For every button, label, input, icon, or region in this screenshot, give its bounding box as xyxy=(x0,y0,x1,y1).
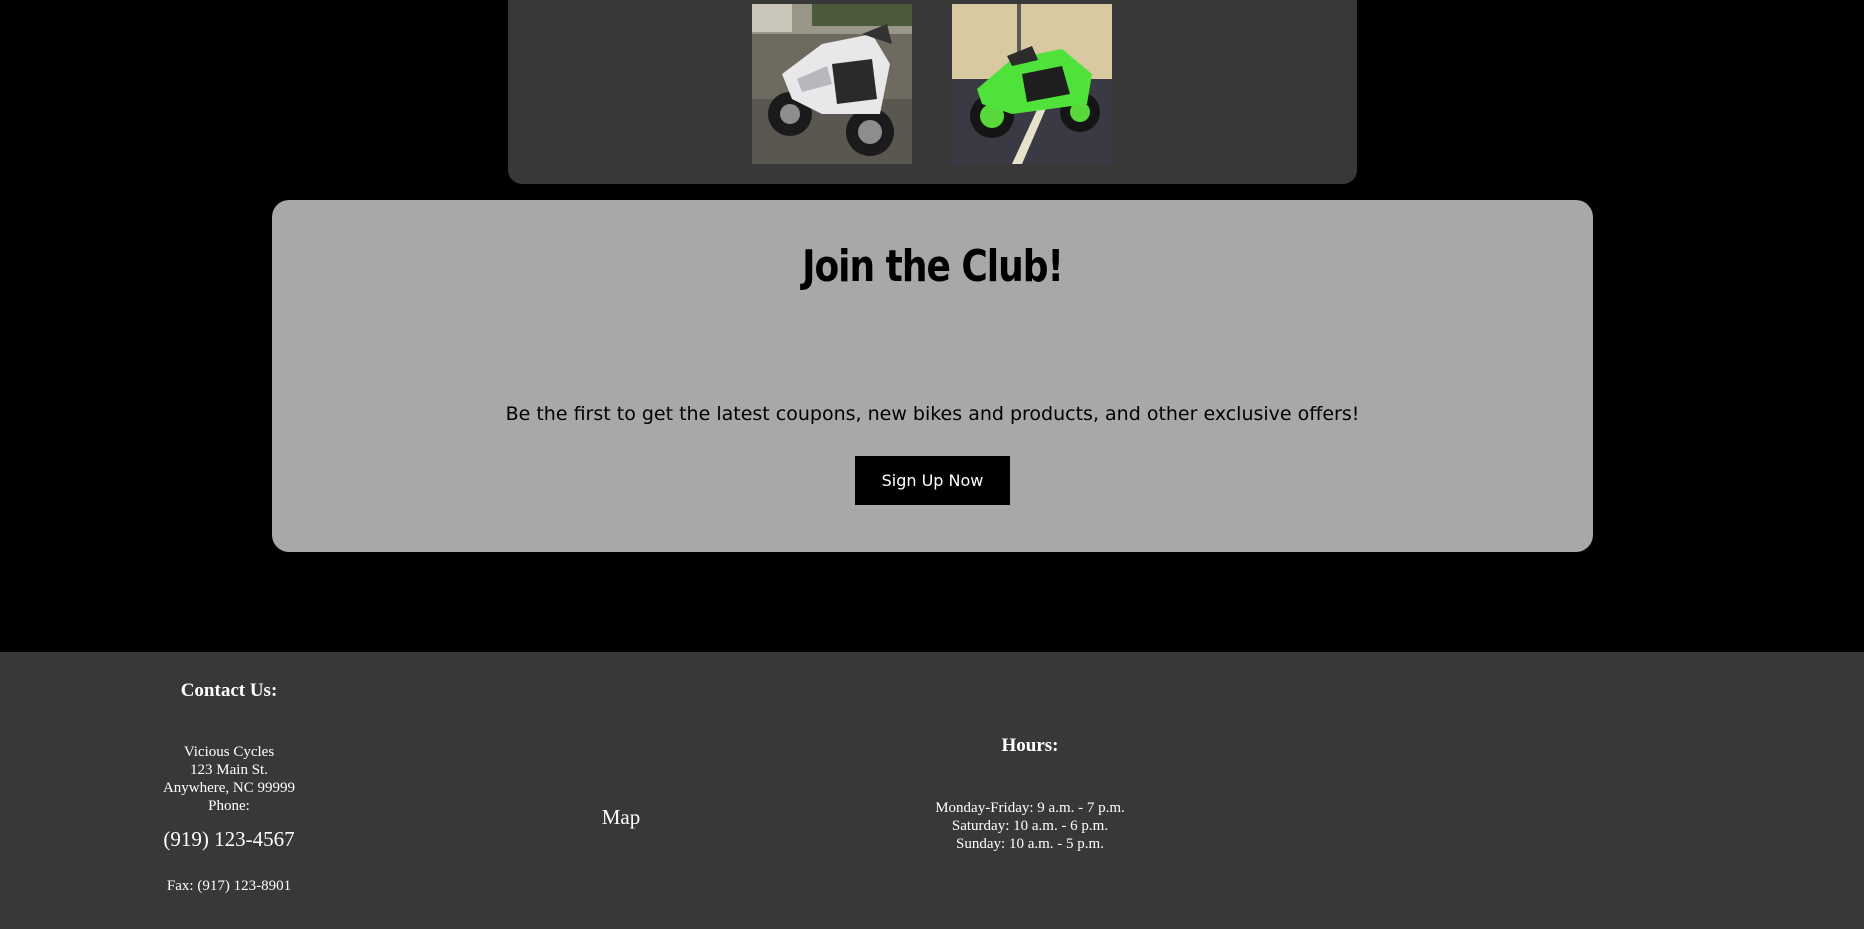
hours-section: Hours: Monday-Friday: 9 a.m. - 7 p.m. Sa… xyxy=(900,735,1160,853)
contact-section: Contact Us: Vicious Cycles 123 Main St. … xyxy=(128,680,330,895)
street-address: 123 Main St. xyxy=(190,762,268,778)
hours-saturday: Saturday: 10 a.m. - 6 p.m. xyxy=(951,818,1109,834)
motorcycle-photo-white[interactable] xyxy=(752,4,912,164)
footer: Contact Us: Vicious Cycles 123 Main St. … xyxy=(0,652,1864,929)
hours-sunday: Sunday: 10 a.m. - 5 p.m. xyxy=(956,836,1104,852)
phone-number[interactable]: (919) 123-4567 xyxy=(128,826,330,852)
business-name: Vicious Cycles xyxy=(183,744,275,760)
fax-number: Fax: (917) 123-8901 xyxy=(166,878,292,894)
motorcycle-photo-green[interactable] xyxy=(952,4,1112,164)
hours-weekday: Monday-Friday: 9 a.m. - 7 p.m. xyxy=(935,800,1125,816)
club-description: Be the first to get the latest coupons, … xyxy=(505,403,1360,425)
map-link[interactable]: Map xyxy=(580,805,662,830)
city-address: Anywhere, NC 99999 xyxy=(162,780,296,796)
contact-heading: Contact Us: xyxy=(180,680,278,701)
gallery-panel xyxy=(508,0,1357,184)
phone-label: Phone: xyxy=(208,798,250,814)
join-club-panel: Join the Club! Be the first to get the l… xyxy=(272,200,1593,552)
club-title: Join the Club! xyxy=(802,242,1064,292)
page: Join the Club! Be the first to get the l… xyxy=(0,0,1864,929)
hours-heading: Hours: xyxy=(1001,735,1059,756)
sign-up-button[interactable]: Sign Up Now xyxy=(855,456,1010,505)
